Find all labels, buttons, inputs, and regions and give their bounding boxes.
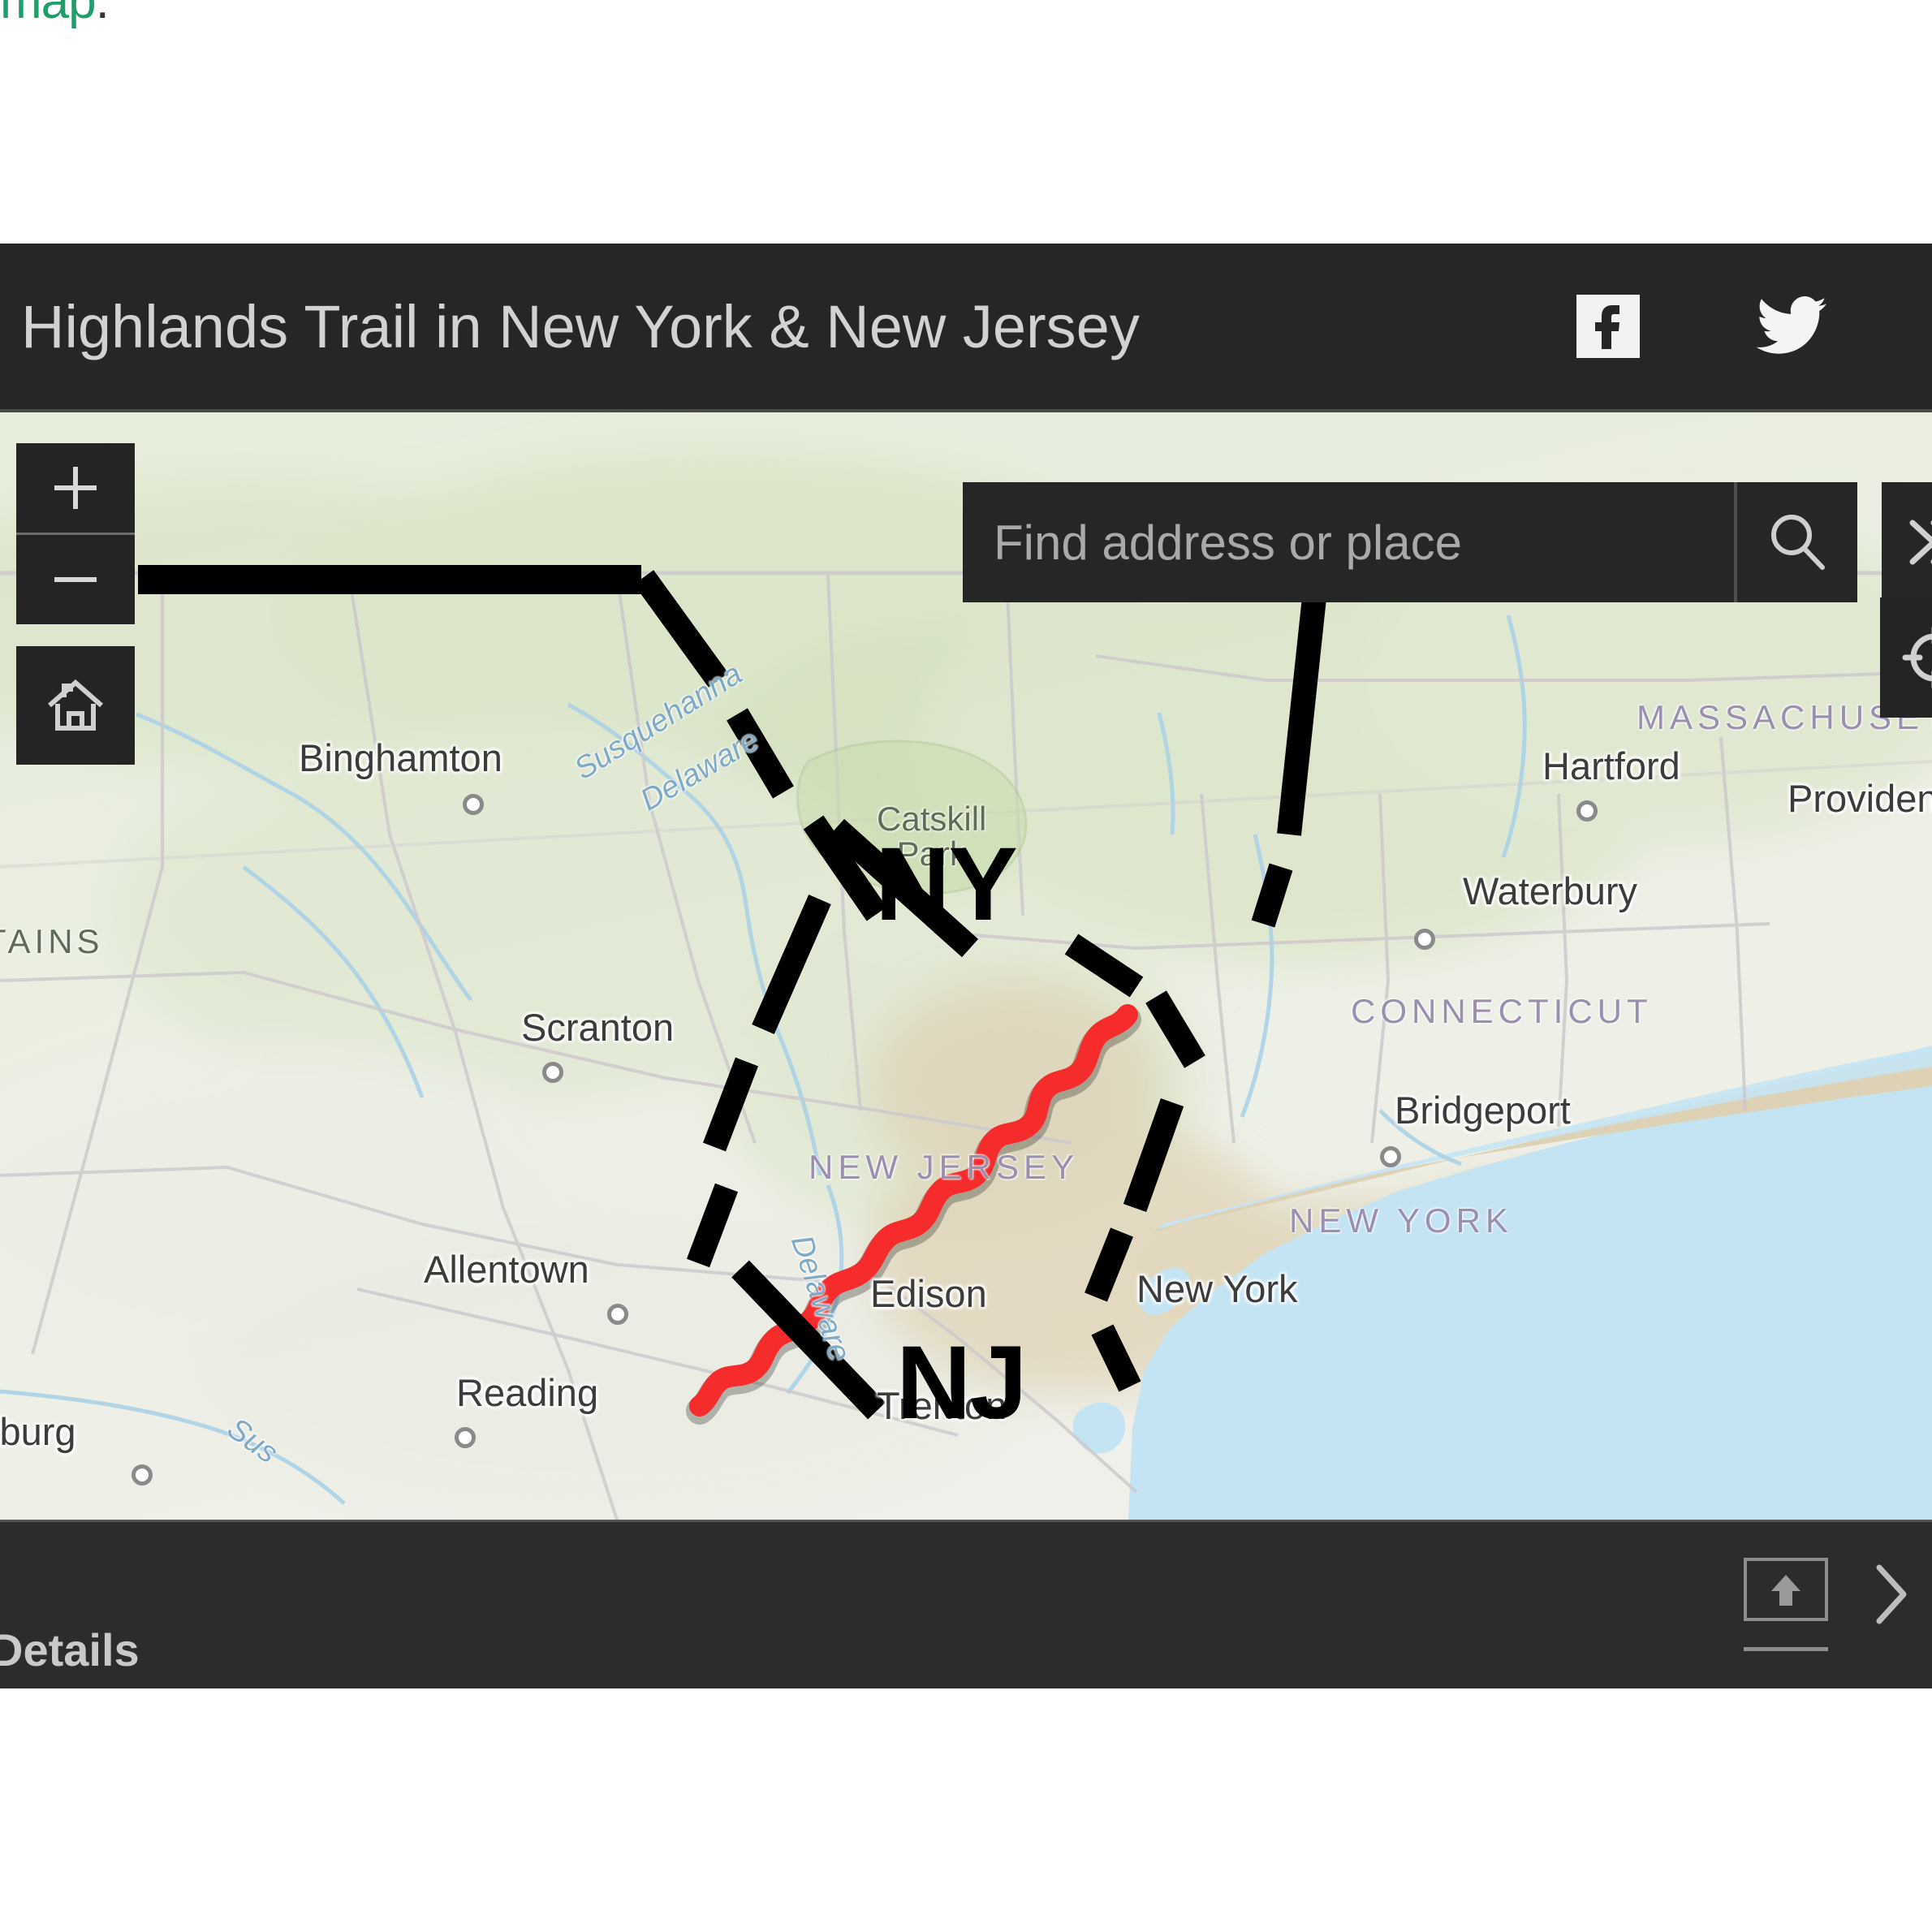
- city-dot-reading: [455, 1427, 476, 1448]
- expand-search-button[interactable]: [1882, 482, 1932, 602]
- expand-panel-button[interactable]: [1744, 1558, 1828, 1621]
- minus-icon: [54, 577, 97, 582]
- map-app: Highlands Trail in New York & New Jersey: [0, 244, 1932, 1691]
- home-icon: [48, 679, 103, 731]
- zoom-controls: [16, 443, 135, 624]
- lead-word: map: [0, 0, 97, 29]
- locate-button[interactable]: [1880, 597, 1932, 718]
- search-button[interactable]: [1734, 482, 1857, 602]
- city-dot-bridgeport: [1380, 1146, 1401, 1167]
- city-dot-waterbury: [1414, 929, 1435, 950]
- twitter-share-button[interactable]: [1757, 291, 1826, 361]
- details-title: Details: [0, 1624, 140, 1675]
- city-dot-scranton: [542, 1062, 563, 1083]
- zoom-out-button[interactable]: [16, 533, 135, 624]
- plus-icon: [54, 467, 97, 509]
- page-footer-area: [0, 1688, 1932, 1932]
- header-actions: [1573, 291, 1932, 361]
- chevron-right-icon: [1876, 1564, 1907, 1624]
- chevron-double-right-icon: [1909, 520, 1932, 565]
- twitter-icon: [1757, 296, 1826, 356]
- crosshair-icon: [1902, 627, 1932, 688]
- city-dot-allentown: [607, 1304, 628, 1325]
- city-dot-hartford: [1576, 800, 1598, 822]
- app-header: Highlands Trail in New York & New Jersey: [0, 244, 1932, 412]
- facebook-icon: [1576, 295, 1640, 358]
- page-title: Highlands Trail in New York & New Jersey: [21, 292, 1140, 360]
- lead-text: map.: [0, 0, 110, 30]
- map-viewport[interactable]: Susquehanna Delaware Delaware Sus Catski…: [0, 412, 1932, 1520]
- city-dot-harrisburg: [132, 1464, 153, 1486]
- expand-panel-group: [1744, 1558, 1828, 1651]
- search-widget: [963, 482, 1857, 602]
- search-field-wrap[interactable]: [963, 482, 1734, 602]
- search-icon: [1771, 515, 1825, 570]
- search-input[interactable]: [963, 513, 1734, 571]
- arrow-up-icon: [1771, 1575, 1800, 1606]
- city-dot-binghamton: [463, 794, 484, 815]
- facebook-share-button[interactable]: [1573, 291, 1643, 361]
- default-extent-button[interactable]: [16, 646, 135, 765]
- lead-period: .: [95, 0, 110, 29]
- details-actions: [1744, 1558, 1919, 1651]
- panel-divider: [1744, 1647, 1828, 1651]
- details-panel-bar: Details: [0, 1520, 1932, 1691]
- page-lead-area: map.: [0, 0, 1932, 244]
- collapse-panel-button[interactable]: [1862, 1558, 1919, 1631]
- zoom-in-button[interactable]: [16, 443, 135, 533]
